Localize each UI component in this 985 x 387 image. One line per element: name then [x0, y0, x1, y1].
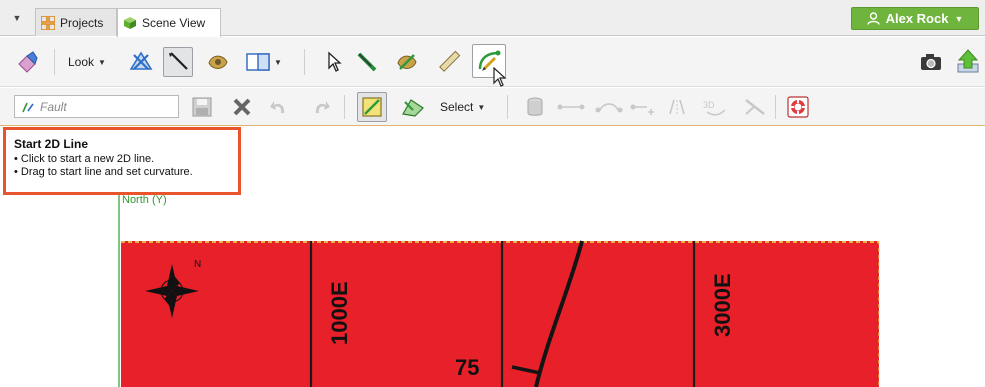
scene-toolbar: Look ▼ ▼: [0, 37, 985, 87]
object-name-field[interactable]: Fault: [14, 95, 179, 118]
chevron-down-icon: ▼: [954, 13, 964, 24]
cylinder-icon[interactable]: [522, 94, 548, 120]
easting-label-1000e: 1000E: [327, 281, 352, 345]
help-lifebuoy-icon[interactable]: [785, 94, 811, 120]
tooltip-title: Start 2D Line: [14, 137, 89, 151]
geological-map-image: [121, 241, 879, 387]
tab-scene-view[interactable]: Scene View: [117, 8, 221, 37]
toolbar-separator: [304, 49, 305, 75]
select-dropdown[interactable]: Select ▼: [440, 96, 485, 118]
select-label: Select: [440, 100, 474, 114]
dip-value-label: 75: [455, 355, 479, 380]
tab-projects[interactable]: Projects: [35, 8, 117, 36]
reverse-icon[interactable]: [664, 94, 690, 120]
polyline-tool-icon[interactable]: [400, 94, 426, 120]
select-cursor-icon[interactable]: [322, 49, 348, 75]
tab-menu-dropdown-icon[interactable]: ▼: [10, 10, 24, 26]
toolbar-separator: [775, 95, 776, 119]
start-2d-line-tooltip: Start 2D Line • Click to start a new 2D …: [3, 127, 241, 195]
clear-scene-eraser-icon[interactable]: [14, 49, 40, 75]
toolbar-separator: [344, 95, 345, 119]
look-label: Look: [68, 55, 95, 69]
mouse-pointer-icon: [490, 67, 510, 89]
panel-layout-icon[interactable]: [245, 49, 271, 75]
projects-grid-icon: [41, 15, 55, 30]
svg-text:3D: 3D: [703, 100, 715, 110]
slice-tool-icon[interactable]: [354, 49, 380, 75]
cube-icon: [124, 17, 136, 29]
ruler-icon[interactable]: [436, 49, 462, 75]
save-icon[interactable]: [189, 94, 215, 120]
object-name-placeholder: Fault: [40, 99, 67, 114]
draw-on-plane-icon[interactable]: [357, 92, 387, 122]
add-point-icon[interactable]: [628, 94, 660, 120]
project-3d-icon[interactable]: 3D: [700, 94, 730, 120]
tab-bar: ▼ Projects Scene View Alex Rock ▼: [0, 0, 985, 37]
draw-pencil-tool-icon[interactable]: [163, 47, 193, 77]
redo-icon[interactable]: [308, 94, 334, 120]
surface-shape-icon[interactable]: [205, 49, 231, 75]
curved-segment-icon[interactable]: [593, 94, 625, 120]
north-axis-label: North (Y): [122, 194, 167, 206]
measure-surface-icon[interactable]: [394, 49, 420, 75]
toolbar-separator: [54, 49, 55, 75]
user-account-button[interactable]: Alex Rock ▼: [851, 7, 979, 30]
fault-icon: [22, 102, 34, 112]
view-direction-arrows-icon[interactable]: [128, 49, 154, 75]
undo-icon[interactable]: [266, 94, 292, 120]
chevron-down-icon: ▼: [274, 57, 282, 67]
user-icon: [866, 12, 880, 25]
tooltip-line: • Drag to start line and set curvature.: [14, 166, 193, 178]
compass-north-letter: N: [194, 259, 201, 270]
chevron-down-icon: ▼: [98, 57, 106, 67]
user-name: Alex Rock: [885, 11, 949, 26]
chevron-down-icon: ▼: [477, 102, 486, 112]
trim-tool-icon[interactable]: [742, 94, 768, 120]
easting-label-3000e: 3000E: [710, 273, 735, 337]
tooltip-line: • Click to start a new 2D line.: [14, 153, 155, 165]
tab-scene-view-label: Scene View: [142, 16, 206, 30]
delete-x-icon[interactable]: [229, 94, 255, 120]
panel-layout-dropdown[interactable]: ▼: [274, 51, 282, 73]
camera-screenshot-icon[interactable]: [918, 49, 944, 75]
drawing-toolbar: Fault Select ▼ 3D: [0, 88, 985, 126]
toolbar-separator: [507, 95, 508, 119]
upload-share-icon[interactable]: [955, 48, 981, 74]
look-dropdown[interactable]: Look ▼: [68, 51, 106, 73]
straight-segment-icon[interactable]: [555, 94, 587, 120]
tab-projects-label: Projects: [60, 15, 104, 30]
